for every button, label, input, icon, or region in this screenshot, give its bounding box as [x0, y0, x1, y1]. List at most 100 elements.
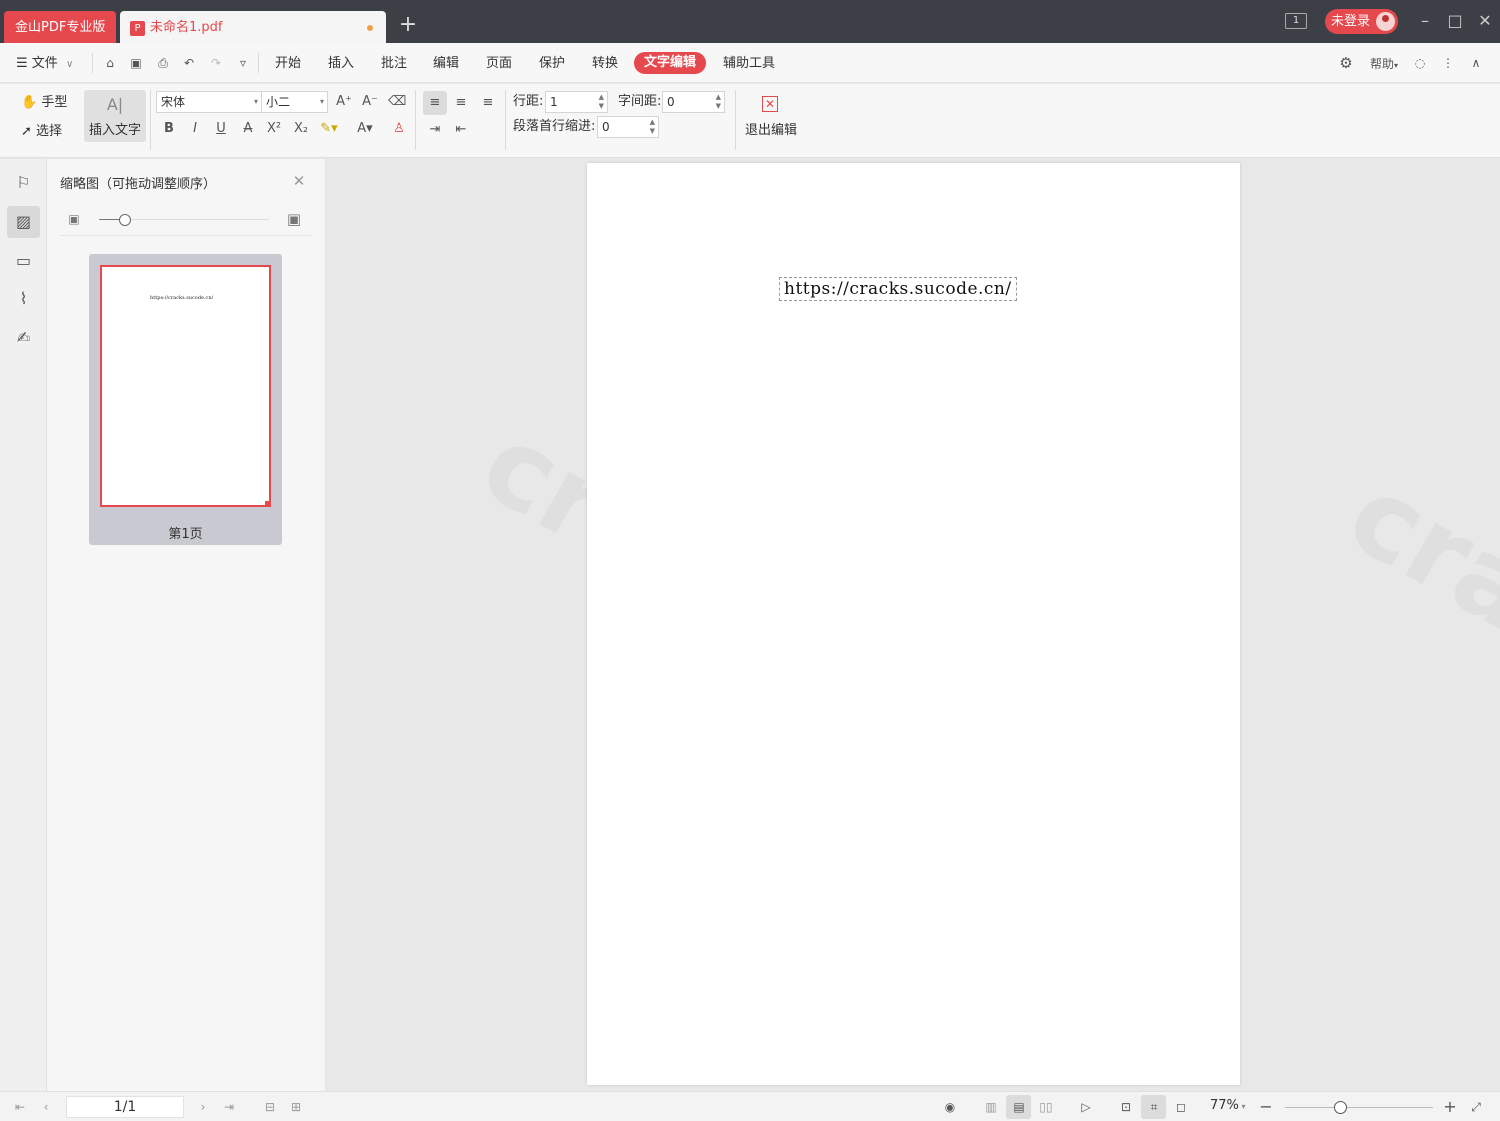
window-count-badge[interactable]: 1 [1285, 13, 1307, 29]
increase-indent-icon[interactable]: ⇥ [426, 121, 444, 139]
actual-size-icon[interactable]: ◻ [1172, 1098, 1190, 1116]
thumbnail-page-text: https://cracks.sucode.cn/ [150, 295, 214, 301]
settings-gear-icon[interactable]: ⚙ [1338, 55, 1354, 71]
font-family-select[interactable]: 宋体 ▾ [156, 91, 262, 113]
editable-text-box[interactable]: https://cracks.sucode.cn/ [779, 277, 1017, 301]
customize-quick-access-icon[interactable]: ▿ [235, 55, 251, 71]
superscript-icon[interactable]: X² [265, 120, 283, 138]
page-number-input[interactable]: 1/1 [66, 1096, 184, 1118]
document-viewport[interactable]: cracks cra https://cracks.sucode.cn/ [327, 159, 1500, 1091]
print-icon[interactable]: ⎙ [155, 55, 171, 71]
single-page-icon[interactable]: ▤ [1010, 1098, 1028, 1116]
collapse-ribbon-icon[interactable]: ∧ [1468, 55, 1484, 71]
app-tab[interactable]: 金山PDF专业版 [4, 11, 116, 43]
spinner-arrows-icon[interactable]: ▲ ▼ [599, 93, 604, 111]
chevron-down-icon: ▾ [1394, 61, 1399, 70]
align-right-icon[interactable]: ≡ [479, 94, 497, 112]
close-panel-icon[interactable]: ✕ [291, 173, 307, 189]
tab-annotate[interactable]: 批注 [381, 53, 407, 75]
eye-protection-icon[interactable]: ◉ [941, 1098, 959, 1116]
cursor-arrow-icon: ➚ [21, 124, 32, 139]
tab-convert[interactable]: 转换 [592, 53, 618, 75]
decrease-indent-icon[interactable]: ⇤ [452, 121, 470, 139]
zoom-slider-knob[interactable] [1334, 1101, 1348, 1114]
font-color-icon[interactable]: A▾ [356, 120, 374, 138]
fit-page-icon[interactable]: ⌗ [1145, 1098, 1163, 1116]
signature-pen-icon[interactable]: ✍ [7, 322, 40, 354]
undo-icon[interactable]: ↶ [181, 55, 197, 71]
attachment-icon[interactable]: ⌇ [7, 283, 40, 315]
select-tool[interactable]: ➚ 选择 [21, 123, 62, 141]
dual-page-icon[interactable]: ▥ [982, 1098, 1000, 1116]
bold-icon[interactable]: B [160, 120, 178, 138]
page-thumbnail[interactable]: https://cracks.sucode.cn/ 第1页 [89, 254, 282, 545]
login-button[interactable]: 未登录 [1325, 9, 1398, 34]
large-image-icon[interactable]: ▣ [285, 211, 303, 227]
zoom-value: 77% [1210, 1098, 1239, 1113]
format-painter-icon[interactable]: ♙ [390, 120, 408, 138]
tab-edit[interactable]: 编辑 [433, 53, 459, 75]
book-mode-icon[interactable]: ▯▯ [1037, 1098, 1055, 1116]
first-line-indent-input[interactable]: 0 ▲ ▼ [597, 116, 659, 138]
underline-icon[interactable]: U [212, 120, 230, 138]
spinner-arrows-icon[interactable]: ▲ ▼ [716, 93, 721, 111]
insert-text-button[interactable]: A| 插入文字 [84, 90, 146, 142]
clear-format-icon[interactable]: ⌫ [388, 93, 406, 111]
decrease-font-icon[interactable]: A⁻ [361, 93, 379, 111]
increase-font-icon[interactable]: A⁺ [335, 93, 353, 111]
file-menu[interactable]: ☰ 文件 ∨ [16, 53, 73, 75]
strikethrough-icon[interactable]: A [239, 120, 257, 138]
maximize-icon[interactable]: □ [1445, 10, 1465, 32]
minimize-icon[interactable]: – [1415, 10, 1435, 32]
more-options-icon[interactable]: ⋮ [1440, 55, 1456, 71]
fit-width-icon[interactable]: ⊡ [1117, 1098, 1135, 1116]
exit-edit-button[interactable]: 退出编辑 [745, 122, 797, 140]
bookmark-icon[interactable]: ⚐ [7, 167, 40, 199]
tab-page[interactable]: 页面 [486, 53, 512, 75]
char-spacing-label: 字间距: [618, 94, 662, 109]
align-left-icon[interactable]: ≡ [426, 94, 444, 112]
previous-page-icon[interactable]: ‹ [37, 1098, 55, 1116]
feedback-chat-icon[interactable]: ◌ [1412, 55, 1428, 71]
italic-icon[interactable]: I [186, 120, 204, 138]
zoom-slider[interactable] [1285, 1107, 1433, 1108]
tab-text-edit[interactable]: 文字编辑 [634, 52, 706, 74]
tab-protect[interactable]: 保护 [539, 53, 565, 75]
menu-bar: ☰ 文件 ∨ ⌂ ▣ ⎙ ↶ ↷ ▿ 开始 插入 批注 编辑 页面 保护 转换 … [0, 43, 1500, 83]
tab-insert[interactable]: 插入 [328, 53, 354, 75]
font-family-value: 宋体 [161, 95, 186, 109]
close-window-icon[interactable]: ✕ [1475, 10, 1495, 32]
tab-assist-tools[interactable]: 辅助工具 [723, 53, 775, 75]
play-icon[interactable]: ▷ [1077, 1098, 1095, 1116]
previous-view-icon[interactable]: ⊟ [261, 1098, 279, 1116]
pdf-page[interactable]: https://cracks.sucode.cn/ [587, 163, 1240, 1085]
small-image-icon[interactable]: ▣ [65, 211, 83, 227]
subscript-icon[interactable]: X₂ [292, 120, 310, 138]
font-size-select[interactable]: 小二 ▾ [261, 91, 328, 113]
highlight-color-icon[interactable]: ✎▾ [320, 120, 338, 138]
align-center-icon[interactable]: ≡ [452, 94, 470, 112]
exit-edit-icon[interactable]: ✕ [762, 96, 778, 112]
zoom-select[interactable]: 77% ▾ [1210, 1098, 1245, 1113]
save-icon[interactable]: ▣ [128, 55, 144, 71]
new-tab-button[interactable]: + [397, 14, 419, 36]
tab-start[interactable]: 开始 [275, 53, 301, 75]
document-tab[interactable]: P 未命名1.pdf [120, 11, 386, 43]
comment-icon[interactable]: ▭ [7, 245, 40, 277]
next-view-icon[interactable]: ⊞ [287, 1098, 305, 1116]
redo-icon[interactable]: ↷ [208, 55, 224, 71]
hand-tool[interactable]: ✋ 手型 [21, 94, 67, 112]
open-folder-icon[interactable]: ⌂ [102, 55, 118, 71]
spinner-arrows-icon[interactable]: ▲ ▼ [650, 118, 655, 136]
fullscreen-icon[interactable]: ⤢ [1467, 1098, 1485, 1116]
line-spacing-input[interactable]: 1 ▲ ▼ [545, 91, 608, 113]
last-page-icon[interactable]: ⇥ [220, 1098, 238, 1116]
first-page-icon[interactable]: ⇤ [11, 1098, 29, 1116]
thumbnail-size-slider-knob[interactable] [118, 214, 131, 226]
next-page-icon[interactable]: › [194, 1098, 212, 1116]
char-spacing-input[interactable]: 0 ▲ ▼ [662, 91, 725, 113]
help-menu[interactable]: 帮助▾ [1370, 53, 1398, 75]
thumbnail-icon[interactable]: ▨ [7, 206, 40, 238]
zoom-in-icon[interactable]: + [1441, 1098, 1459, 1116]
zoom-out-icon[interactable]: − [1257, 1098, 1275, 1116]
